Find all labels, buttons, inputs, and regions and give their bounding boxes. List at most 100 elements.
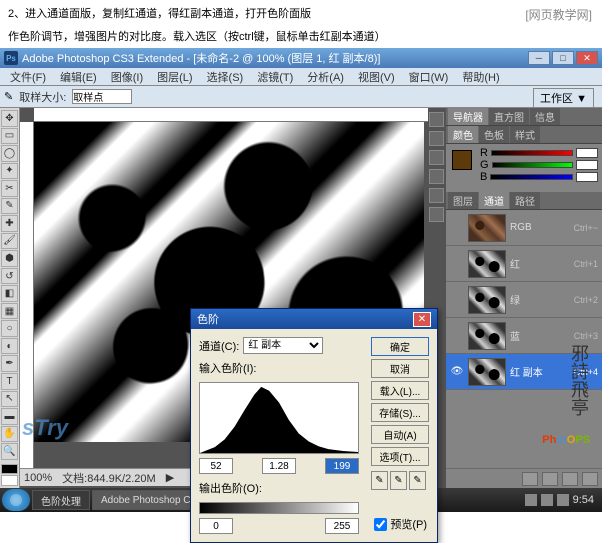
tray-icon[interactable] — [541, 494, 553, 506]
strip-icon[interactable] — [429, 150, 444, 165]
tab-paths[interactable]: 路径 — [510, 192, 540, 209]
foreground-color[interactable] — [1, 464, 18, 475]
visibility-icon[interactable] — [450, 329, 464, 343]
strip-icon[interactable] — [429, 112, 444, 127]
tab-swatches[interactable]: 色板 — [479, 126, 509, 143]
save-button[interactable]: 存储(S)... — [371, 403, 429, 422]
gradient-tool[interactable]: ▦ — [1, 303, 18, 320]
white-eyedropper-icon[interactable]: ✎ — [409, 471, 426, 490]
tab-color[interactable]: 颜色 — [448, 126, 478, 143]
menu-edit[interactable]: 编辑(E) — [54, 68, 103, 86]
tray-icon[interactable] — [557, 494, 569, 506]
channel-select[interactable]: 红 副本 — [243, 337, 323, 354]
system-tray[interactable]: 9:54 — [525, 494, 600, 506]
options-button[interactable]: 选项(T)... — [371, 447, 429, 466]
eyedropper-icon[interactable]: ✎ — [4, 90, 13, 103]
output-white-point[interactable] — [325, 518, 359, 534]
levels-close-button[interactable]: ✕ — [413, 312, 431, 327]
input-gamma[interactable] — [262, 458, 296, 474]
crop-tool[interactable]: ✂ — [1, 180, 18, 197]
menu-file[interactable]: 文件(F) — [4, 68, 52, 86]
menu-help[interactable]: 帮助(H) — [456, 68, 505, 86]
tab-channels[interactable]: 通道 — [479, 192, 509, 209]
wand-tool[interactable]: ✦ — [1, 163, 18, 180]
eyedropper-tool[interactable]: ✎ — [1, 198, 18, 215]
new-channel-icon[interactable] — [562, 472, 578, 486]
dodge-tool[interactable]: ◐ — [1, 338, 18, 355]
heal-tool[interactable]: ✚ — [1, 215, 18, 232]
menu-view[interactable]: 视图(V) — [352, 68, 401, 86]
type-tool[interactable]: T — [1, 373, 18, 390]
visibility-icon[interactable] — [450, 293, 464, 307]
load-button[interactable]: 载入(L)... — [371, 381, 429, 400]
input-black-point[interactable] — [199, 458, 233, 474]
tab-navigator[interactable]: 导航器 — [448, 108, 488, 125]
channel-row[interactable]: RGBCtrl+~ — [446, 210, 602, 246]
clock[interactable]: 9:54 — [573, 494, 594, 506]
maximize-button[interactable]: □ — [552, 51, 574, 65]
background-color[interactable] — [1, 475, 18, 486]
menu-analysis[interactable]: 分析(A) — [301, 68, 350, 86]
menu-select[interactable]: 选择(S) — [201, 68, 250, 86]
menu-filter[interactable]: 滤镜(T) — [251, 68, 299, 86]
delete-channel-icon[interactable] — [582, 472, 598, 486]
tab-info[interactable]: 信息 — [530, 108, 560, 125]
load-selection-icon[interactable] — [522, 472, 538, 486]
hand-tool[interactable]: ✋ — [1, 426, 18, 443]
output-gradient[interactable] — [199, 502, 359, 514]
zoom-tool[interactable]: 🔍 — [1, 443, 18, 460]
strip-icon[interactable] — [429, 207, 444, 222]
eraser-tool[interactable]: ◧ — [1, 285, 18, 302]
path-tool[interactable]: ↖ — [1, 391, 18, 408]
g-slider[interactable] — [492, 162, 573, 168]
taskbar-item[interactable]: 色阶处理 — [32, 490, 90, 510]
brush-tool[interactable]: 🖌 — [1, 233, 18, 250]
input-white-point[interactable] — [325, 458, 359, 474]
strip-icon[interactable] — [429, 169, 444, 184]
cancel-button[interactable]: 取消 — [371, 359, 429, 378]
visibility-icon[interactable] — [450, 221, 464, 235]
levels-dialog-titlebar[interactable]: 色阶 ✕ — [191, 309, 437, 329]
start-button[interactable] — [2, 489, 30, 511]
histogram[interactable] — [199, 382, 359, 454]
save-selection-icon[interactable] — [542, 472, 558, 486]
titlebar[interactable]: Ps Adobe Photoshop CS3 Extended - [未命名-2… — [0, 48, 602, 68]
tray-icon[interactable] — [525, 494, 537, 506]
workspace-selector[interactable]: 工作区 ▼ — [533, 88, 594, 108]
menu-layer[interactable]: 图层(L) — [151, 68, 198, 86]
color-swatch[interactable] — [452, 150, 472, 170]
b-slider[interactable] — [490, 174, 573, 180]
zoom-level[interactable]: 100% — [24, 472, 52, 484]
pen-tool[interactable]: ✒ — [1, 355, 18, 372]
sample-size-select[interactable] — [72, 89, 132, 104]
tab-styles[interactable]: 样式 — [510, 126, 540, 143]
shape-tool[interactable]: ▬ — [1, 408, 18, 425]
move-tool[interactable]: ✥ — [1, 110, 18, 127]
visibility-icon[interactable] — [450, 257, 464, 271]
black-eyedropper-icon[interactable]: ✎ — [371, 471, 388, 490]
close-button[interactable]: ✕ — [576, 51, 598, 65]
visibility-icon[interactable]: 👁 — [450, 365, 464, 379]
menu-image[interactable]: 图像(I) — [105, 68, 149, 86]
preview-checkbox[interactable] — [374, 518, 387, 531]
ruler-horizontal[interactable] — [34, 108, 428, 122]
strip-icon[interactable] — [429, 131, 444, 146]
lasso-tool[interactable]: ◯ — [1, 145, 18, 162]
g-value[interactable] — [576, 160, 598, 170]
channel-row[interactable]: 红Ctrl+1 — [446, 246, 602, 282]
history-brush-tool[interactable]: ↺ — [1, 268, 18, 285]
b-value[interactable] — [576, 172, 598, 182]
tab-layers[interactable]: 图层 — [448, 192, 478, 209]
strip-icon[interactable] — [429, 188, 444, 203]
menu-window[interactable]: 窗口(W) — [403, 68, 455, 86]
ok-button[interactable]: 确定 — [371, 337, 429, 356]
r-slider[interactable] — [491, 150, 573, 156]
r-value[interactable] — [576, 148, 598, 158]
channel-row[interactable]: 绿Ctrl+2 — [446, 282, 602, 318]
blur-tool[interactable]: ○ — [1, 320, 18, 337]
marquee-tool[interactable]: ▭ — [1, 128, 18, 145]
auto-button[interactable]: 自动(A) — [371, 425, 429, 444]
minimize-button[interactable]: ─ — [528, 51, 550, 65]
stamp-tool[interactable]: ⬢ — [1, 250, 18, 267]
gray-eyedropper-icon[interactable]: ✎ — [390, 471, 407, 490]
